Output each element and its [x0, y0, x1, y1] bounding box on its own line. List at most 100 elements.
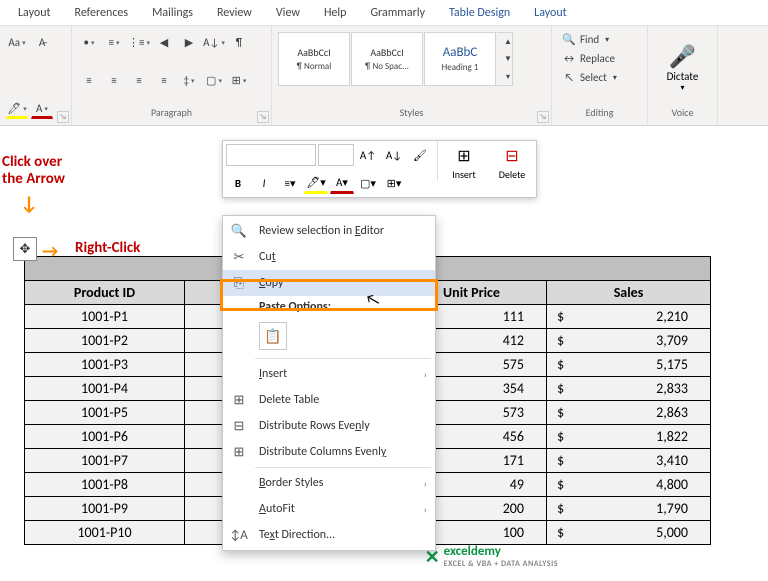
chevron-right-icon: › [424, 477, 427, 490]
tab-review[interactable]: Review [207, 2, 262, 24]
search-icon: 🔍 [562, 33, 576, 46]
ribbon-tabs: Layout References Mailings Review View H… [0, 0, 768, 26]
cm-border-styles[interactable]: Border Styles › [223, 470, 435, 496]
tab-mailings[interactable]: Mailings [142, 2, 203, 24]
paragraph-group: • ≡ ⋮≡ ◀ ▶ A↓ ¶ ≡ ≡ ≡ ≡ ‡ ▢ ⊞ Paragraph … [72, 26, 272, 125]
tab-view[interactable]: View [266, 2, 310, 24]
delete-btn[interactable]: ⊟Delete [488, 141, 536, 185]
annotation-click-over: Click over the Arrow [2, 154, 82, 187]
scissors-icon: ✂ [227, 247, 251, 267]
align-center-btn[interactable]: ≡ [103, 70, 125, 90]
cm-insert[interactable]: Insert › [223, 361, 435, 387]
voice-label: Voice [654, 106, 711, 121]
font-color-mini-btn[interactable]: A▾ [330, 172, 354, 194]
context-menu: 🔍 Review selection in Editor ✂ Cut ⎘ Cop… [222, 215, 436, 551]
format-painter-icon[interactable]: 🖌 [408, 144, 432, 166]
dist-rows-icon: ⊟ [227, 416, 251, 436]
borders-btn[interactable]: ⊞ [228, 70, 250, 90]
styles-down-icon[interactable]: ▼ [497, 51, 519, 68]
review-icon: 🔍 [227, 221, 251, 241]
style-normal[interactable]: AaBbCcI ¶ Normal [278, 32, 350, 86]
italic-btn[interactable]: I [252, 172, 276, 194]
text-direction-icon: ↕A [227, 525, 251, 545]
cm-dist-rows[interactable]: ⊟ Distribute Rows Evenly [223, 413, 435, 439]
decrease-indent-btn[interactable]: ◀ [153, 32, 175, 52]
highlight-btn[interactable]: 🖊 [6, 99, 28, 119]
cursor-icon: ↖ [562, 71, 576, 84]
font-color-btn[interactable]: A [31, 99, 53, 119]
tab-layout[interactable]: Layout [8, 2, 61, 24]
style-heading1[interactable]: AaBbC Heading 1 [424, 32, 496, 86]
bullets-btn[interactable]: • [78, 32, 100, 52]
tab-help[interactable]: Help [314, 2, 357, 24]
cm-review-editor[interactable]: 🔍 Review selection in Editor [223, 218, 435, 244]
editing-label: Editing [558, 106, 641, 121]
header-product-id: Product ID [25, 281, 185, 305]
microphone-icon: 🎤 [669, 43, 696, 70]
justify-btn[interactable]: ≡ [153, 70, 175, 90]
align-left-btn[interactable]: ≡ [78, 70, 100, 90]
grow-font-icon[interactable]: A↑ [356, 144, 380, 166]
dictate-button[interactable]: 🎤 Dictate ▾ [654, 30, 711, 106]
cm-cut[interactable]: ✂ Cut [223, 244, 435, 270]
ribbon-body: Aa A̶ 🖊 A ↘ • ≡ ⋮≡ ◀ ▶ A↓ ¶ ≡ ≡ ≡ ≡ ‡ ▢ … [0, 26, 768, 126]
styles-up-icon[interactable]: ▲ [497, 33, 519, 50]
editing-group: 🔍Find▾ ↔Replace ↖Select▾ Editing [552, 26, 648, 125]
insert-btn[interactable]: ⊞Insert [440, 141, 488, 185]
tab-table-design[interactable]: Table Design [439, 2, 520, 24]
numbering-btn[interactable]: ≡ [103, 32, 125, 52]
table-move-handle[interactable]: ✥ [13, 237, 37, 261]
mini-size-select[interactable] [318, 144, 354, 166]
chevron-right-icon: › [424, 368, 427, 381]
tab-grammarly[interactable]: Grammarly [360, 2, 435, 24]
sort-btn[interactable]: A↓ [203, 32, 225, 52]
tab-layout-2[interactable]: Layout [524, 2, 577, 24]
clear-format-btn[interactable]: A̶ [31, 32, 53, 52]
replace-button[interactable]: ↔Replace [558, 49, 641, 68]
styles-label: Styles [278, 106, 545, 121]
borders-mini-btn[interactable]: ⊞▾ [382, 172, 406, 194]
paste-option-keep[interactable]: 📋 [259, 322, 287, 350]
align-right-btn[interactable]: ≡ [128, 70, 150, 90]
shrink-font-icon[interactable]: A↓ [382, 144, 406, 166]
find-button[interactable]: 🔍Find▾ [558, 30, 641, 49]
style-nospacing[interactable]: AaBbCcI ¶ No Spac... [351, 32, 423, 86]
annotation-arrow-right-icon: → [42, 240, 58, 262]
styles-launcher-icon[interactable]: ↘ [537, 111, 549, 123]
font-launcher-icon[interactable]: ↘ [57, 111, 69, 123]
shading-btn[interactable]: ▢ [203, 70, 225, 90]
increase-indent-btn[interactable]: ▶ [178, 32, 200, 52]
chevron-right-icon: › [424, 503, 427, 516]
show-marks-btn[interactable]: ¶ [228, 32, 250, 52]
align-btn[interactable]: ≡▾ [278, 172, 302, 194]
watermark: ✕ exceldemy EXCEL & VBA + DATA ANALYSIS [425, 544, 558, 569]
styles-group: AaBbCcI ¶ Normal AaBbCcI ¶ No Spac... Aa… [272, 26, 552, 125]
tab-references[interactable]: References [65, 2, 139, 24]
header-sales: Sales [547, 281, 711, 305]
dist-cols-icon: ⊞ [227, 442, 251, 462]
bold-btn[interactable]: B [226, 172, 250, 194]
annotation-right-click: Right-Click [75, 239, 140, 257]
cm-delete-table[interactable]: ⊞ Delete Table [223, 387, 435, 413]
font-size-btn[interactable]: Aa [6, 32, 28, 52]
insert-icon: ⊞ [457, 146, 470, 166]
highlight-mini-btn[interactable]: 🖊▾ [304, 172, 328, 194]
replace-icon: ↔ [562, 52, 576, 65]
multilevel-btn[interactable]: ⋮≡ [128, 32, 150, 52]
mini-font-select[interactable] [226, 144, 316, 166]
shading-mini-btn[interactable]: ▢▾ [356, 172, 380, 194]
line-spacing-btn[interactable]: ‡ [178, 70, 200, 90]
annotation-arrow-down-icon: ↓ [20, 192, 38, 216]
cm-copy[interactable]: ⎘ Copy [223, 270, 435, 296]
delete-table-icon: ⊞ [227, 390, 251, 410]
styles-more-icon[interactable]: ▾ [497, 68, 519, 85]
cm-dist-cols[interactable]: ⊞ Distribute Columns Evenly [223, 439, 435, 465]
cm-paste-heading: Paste Options: [223, 296, 435, 318]
select-button[interactable]: ↖Select▾ [558, 68, 641, 87]
mini-toolbar: A↑ A↓ 🖌 B I ≡▾ 🖊▾ A▾ ▢▾ ⊞▾ ⊞Insert ⊟Dele… [222, 140, 537, 198]
voice-group: 🎤 Dictate ▾ Voice [648, 26, 718, 125]
paragraph-label: Paragraph [78, 106, 265, 121]
cm-autofit[interactable]: AutoFit › [223, 496, 435, 522]
paragraph-launcher-icon[interactable]: ↘ [257, 111, 269, 123]
cm-text-direction[interactable]: ↕A Text Direction... [223, 522, 435, 548]
